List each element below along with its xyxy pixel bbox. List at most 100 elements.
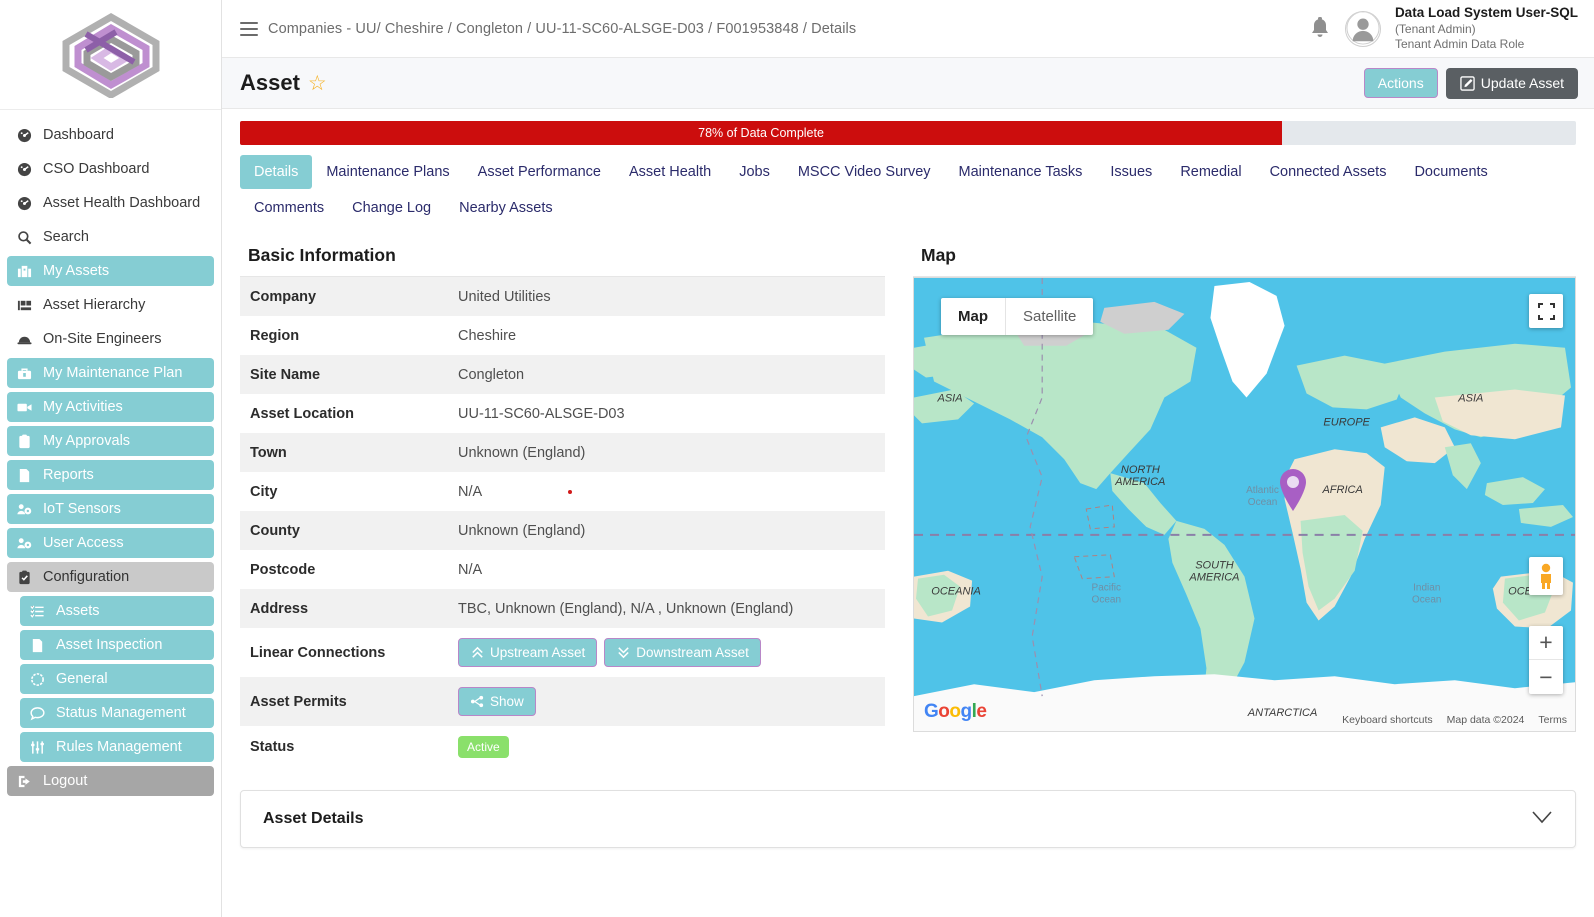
activity-icon (17, 400, 39, 415)
info-row-key: Status (250, 739, 295, 755)
asset-details-wrapper: Asset Details (222, 768, 1594, 848)
table-row: Address TBC, Unknown (England), N/A , Unk… (240, 589, 885, 628)
sidebar-item-my-maintenance-plan[interactable]: My Maintenance Plan (7, 358, 214, 388)
clipboard-check-icon (17, 434, 39, 449)
sidebar-item-cso-dashboard[interactable]: CSO Dashboard (7, 154, 214, 184)
hardhat-icon (17, 332, 39, 347)
hamburger-icon[interactable] (240, 21, 258, 36)
sidebar-item-configuration[interactable]: Configuration (7, 562, 214, 592)
downstream-asset-button[interactable]: Downstream Asset (604, 638, 761, 667)
info-row-value: United Utilities (450, 277, 885, 316)
sidebar-item-my-assets[interactable]: My Assets (7, 256, 214, 286)
sidebar-item-my-activities[interactable]: My Activities (7, 392, 214, 422)
zoom-in-button[interactable]: + (1529, 626, 1563, 660)
sidebar-item-dashboard[interactable]: Dashboard (7, 120, 214, 150)
tab-documents[interactable]: Documents (1400, 155, 1501, 189)
tab-nearby-assets[interactable]: Nearby Assets (445, 191, 567, 225)
actions-button[interactable]: Actions (1363, 68, 1438, 98)
sidebar-item-assets[interactable]: Assets (20, 596, 214, 626)
comment-icon (30, 706, 52, 721)
sidebar-nav: Dashboard CSO Dashboard Asset Health Dashb… (0, 110, 221, 800)
fullscreen-icon[interactable] (1529, 294, 1563, 328)
map-type-switch[interactable]: Map Satellite (941, 298, 1094, 335)
table-row: City N/A (240, 472, 885, 511)
basic-information-panel: Basic Information Company United Utilitie… (240, 241, 885, 768)
user-data-role: Tenant Admin Data Role (1394, 36, 1525, 51)
table-row: Region Cheshire (240, 316, 885, 355)
terms-link[interactable]: Terms (1538, 714, 1567, 726)
svg-text:EUROPE: EUROPE (1323, 416, 1370, 428)
upstream-asset-label: Upstream Asset (490, 645, 586, 660)
sidebar-item-iot-sensors[interactable]: IoT Sensors (7, 494, 214, 524)
map-canvas[interactable]: NORTH AMERICA SOUTH AMERICA EUROPE AFRIC… (913, 277, 1576, 732)
top-bar: Companies - UU/ Cheshire / Congleton / U… (222, 0, 1594, 57)
star-icon[interactable]: ☆ (308, 71, 327, 96)
info-row-value: Cheshire (458, 327, 517, 344)
sidebar-item-label: CSO Dashboard (43, 161, 150, 177)
logo (0, 0, 221, 110)
sidebar-item-label: Asset Inspection (56, 637, 163, 653)
info-row-key: Address (240, 589, 450, 628)
keyboard-shortcuts-link[interactable]: Keyboard shortcuts (1342, 714, 1432, 726)
sidebar-item-search[interactable]: Search (7, 222, 214, 252)
map-type-satellite[interactable]: Satellite (1005, 298, 1093, 335)
tab-mscc-video-survey[interactable]: MSCC Video Survey (784, 155, 945, 189)
sidebar-item-my-approvals[interactable]: My Approvals (7, 426, 214, 456)
svg-text:AFRICA: AFRICA (1321, 484, 1362, 496)
tab-change-log[interactable]: Change Log (338, 191, 445, 225)
sidebar-item-label: Search (43, 229, 89, 245)
tab-details[interactable]: Details (240, 155, 313, 189)
edit-pencil-icon (1460, 75, 1475, 91)
sidebar-item-asset-health-dashboard[interactable]: Asset Health Dashboard (7, 188, 214, 218)
update-asset-button[interactable]: Update Asset (1445, 67, 1578, 99)
circle-icon (30, 672, 52, 687)
map-heading: Map (913, 241, 1576, 277)
share-icon (470, 695, 484, 708)
info-row-key: Asset Location (250, 405, 354, 422)
progress-wrapper: 78% of Data Complete (222, 109, 1594, 145)
street-view-pegman-icon[interactable] (1529, 557, 1563, 595)
zoom-out-button[interactable]: − (1529, 660, 1563, 694)
tab-remedial[interactable]: Remedial (1166, 155, 1255, 189)
notification-bell-icon[interactable] (1309, 16, 1331, 41)
upstream-asset-button[interactable]: Upstream Asset (458, 638, 598, 667)
show-permits-button[interactable]: Show (458, 687, 536, 716)
sidebar-item-asset-hierarchy[interactable]: Asset Hierarchy (7, 290, 214, 320)
tab-asset-performance[interactable]: Asset Performance (464, 155, 615, 189)
svg-text:Atlantic: Atlantic (1246, 485, 1279, 496)
svg-text:AMERICA: AMERICA (1188, 572, 1239, 584)
tab-maintenance-plans[interactable]: Maintenance Plans (312, 155, 463, 189)
google-watermark: Google (924, 701, 987, 722)
info-row-value: TBC, Unknown (England), N/A , Unknown (E… (450, 589, 885, 628)
info-row-key: Site Name (240, 355, 450, 394)
sidebar-item-general[interactable]: General (20, 664, 214, 694)
svg-text:ASIA: ASIA (937, 392, 963, 404)
map-panel: Map NORTH AMERICA SOUTH AMERICA EUROPE A… (913, 241, 1576, 768)
info-row-value: Show (450, 677, 885, 726)
tab-jobs[interactable]: Jobs (725, 155, 784, 189)
sidebar-item-reports[interactable]: Reports (7, 460, 214, 490)
breadcrumb[interactable]: Companies - UU/ Cheshire / Congleton / U… (268, 21, 856, 37)
sidebar-item-label: Reports (43, 467, 94, 483)
sidebar-item-label: My Assets (43, 263, 110, 279)
tab-maintenance-tasks[interactable]: Maintenance Tasks (945, 155, 1097, 189)
svg-text:Ocean: Ocean (1248, 497, 1277, 508)
tab-asset-health[interactable]: Asset Health (615, 155, 725, 189)
sidebar-item-user-access[interactable]: User Access (7, 528, 214, 558)
sidebar-item-asset-inspection[interactable]: Asset Inspection (20, 630, 214, 660)
chevron-down-icon[interactable] (1531, 810, 1553, 829)
map-marker-icon[interactable] (1278, 468, 1308, 512)
sidebar-item-rules-management[interactable]: Rules Management (20, 732, 214, 762)
map-type-map[interactable]: Map (941, 298, 1005, 335)
tab-comments[interactable]: Comments (240, 191, 338, 225)
update-asset-label: Update Asset (1480, 75, 1564, 91)
sidebar-item-label: Status Management (56, 705, 186, 721)
sidebar-item-on-site-engineers[interactable]: On-Site Engineers (7, 324, 214, 354)
sidebar-item-logout[interactable]: Logout (7, 766, 214, 796)
avatar[interactable] (1344, 10, 1381, 47)
asset-details-accordion[interactable]: Asset Details (240, 790, 1576, 848)
sidebar-item-status-management[interactable]: Status Management (20, 698, 214, 728)
tab-connected-assets[interactable]: Connected Assets (1256, 155, 1401, 189)
tab-issues[interactable]: Issues (1096, 155, 1166, 189)
map-zoom-controls[interactable]: + − (1529, 626, 1563, 694)
